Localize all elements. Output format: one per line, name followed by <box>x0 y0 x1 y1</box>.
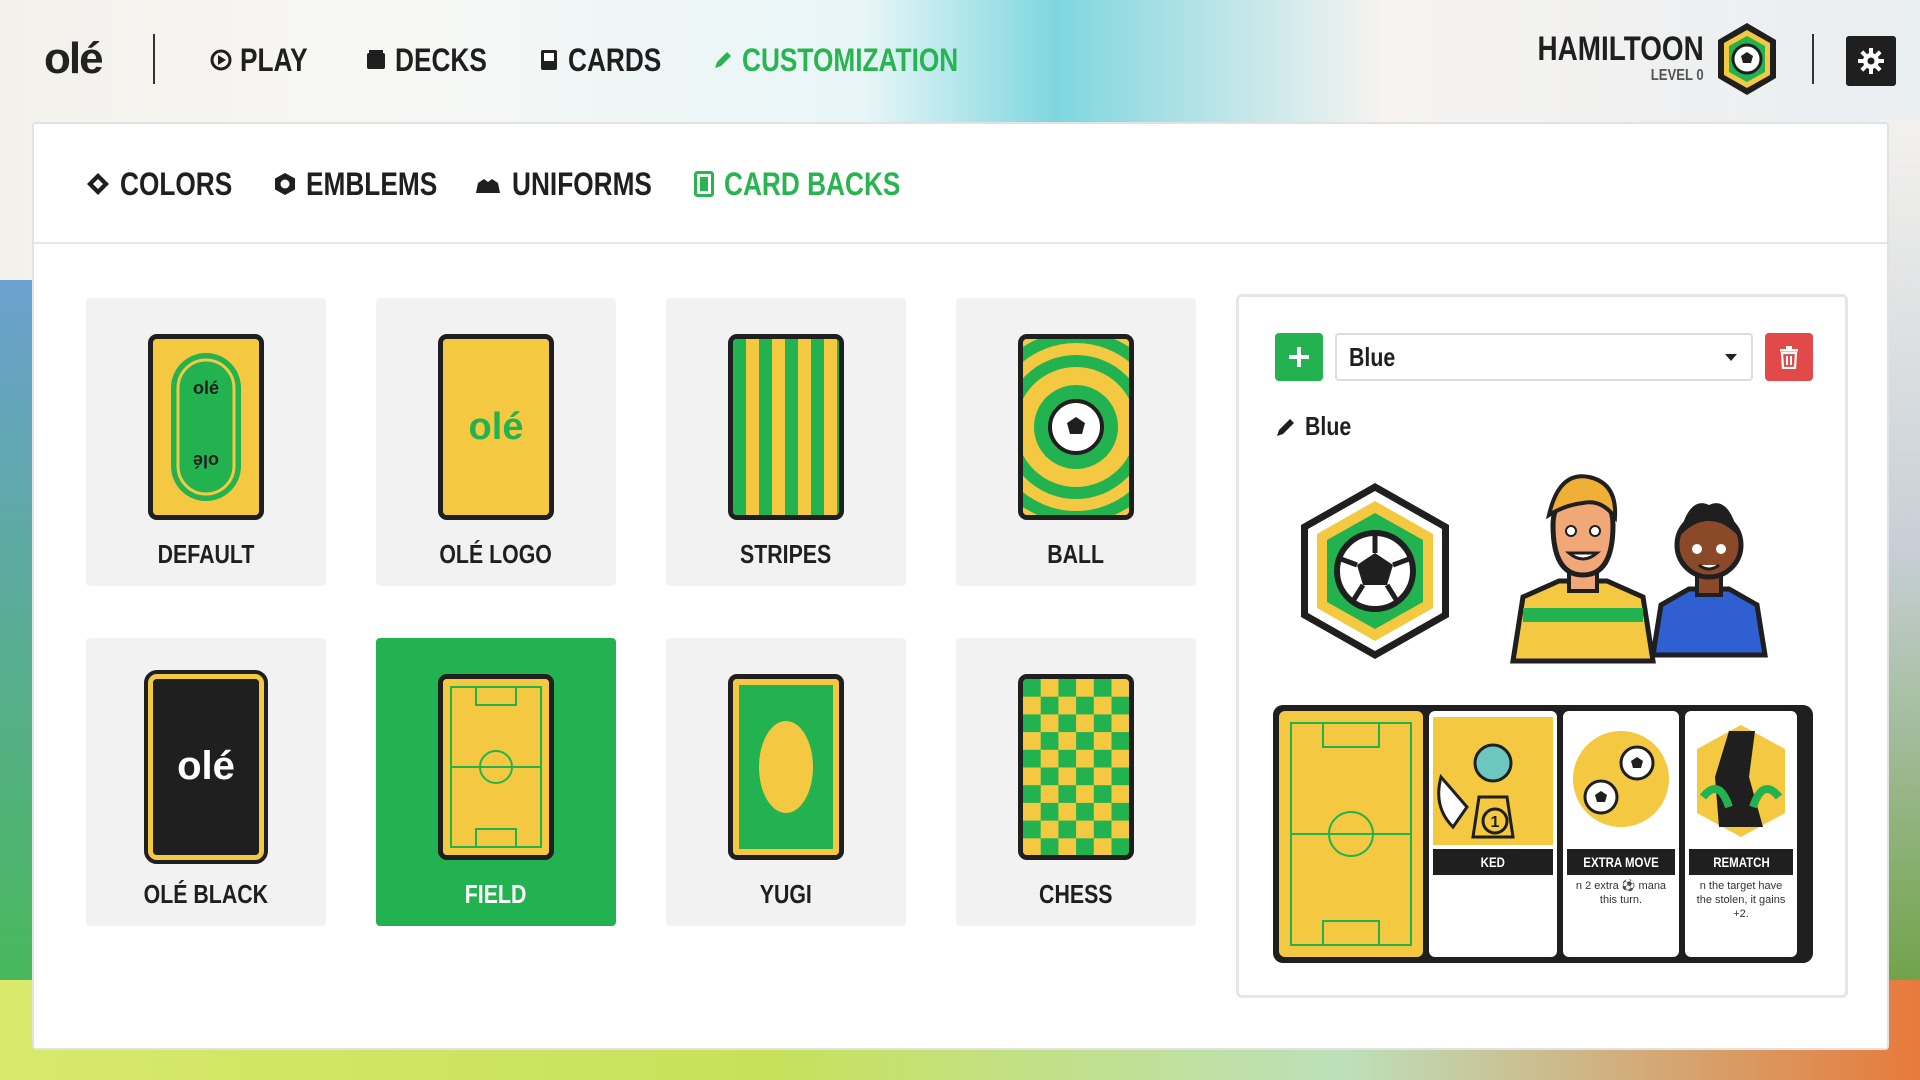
tab-card-backs[interactable]: CARD BACKS <box>694 162 939 206</box>
game-card-extra-move: EXTRA MOVE n 2 extra ⚽ mana this turn. <box>1563 711 1679 957</box>
ole-logo[interactable]: olé <box>44 34 104 84</box>
game-card-extra-move-title: EXTRA MOVE <box>1567 849 1675 875</box>
game-card-ked-title: KED <box>1433 849 1553 875</box>
game-card-ked-art: 1 <box>1433 717 1553 845</box>
tab-colors[interactable]: COLORS <box>86 162 257 206</box>
card-back-ole-logo-preview: olé <box>438 334 554 520</box>
card-back-field-label: FIELD <box>465 879 527 909</box>
team-uniform-players <box>1510 474 1768 664</box>
nav-play-label: PLAY <box>240 41 308 78</box>
card-back-stripes-preview <box>728 334 844 520</box>
card-back-stripes[interactable]: STRIPES <box>666 298 906 586</box>
tab-colors-label: COLORS <box>120 165 233 202</box>
user-level: LEVEL 0 <box>1651 67 1704 84</box>
card-back-field-preview <box>438 674 554 860</box>
team-emblem <box>1301 483 1449 659</box>
card-back-ole-black-label: OLÉ BLACK <box>143 879 269 909</box>
field-card-back-sample <box>1279 711 1423 957</box>
card-back-default[interactable]: olé olé DEFAULT <box>86 298 326 586</box>
tab-emblems-label: EMBLEMS <box>306 165 438 202</box>
nav-decks[interactable]: DECKS <box>365 38 507 82</box>
card-back-ball[interactable]: BALL <box>956 298 1196 586</box>
plus-icon <box>1289 347 1309 367</box>
chevron-down-icon <box>1725 354 1737 361</box>
play-icon <box>210 49 232 71</box>
diamond-icon <box>87 173 109 195</box>
preset-select-value: Blue <box>1349 341 1396 372</box>
card-back-yugi-label: YUGI <box>759 879 813 909</box>
game-card-extra-move-art <box>1567 717 1675 845</box>
nav-cards-label: CARDS <box>568 41 662 78</box>
game-card-ked: 1 KED <box>1429 711 1557 957</box>
preset-name-edit[interactable]: Blue <box>1275 411 1361 442</box>
card-back-ole-black[interactable]: olé OLÉ BLACK <box>86 638 326 926</box>
game-card-rematch-desc: n the target have the stolen, it gains +… <box>1696 880 1786 920</box>
card-back-preview-panel: Blue Blue 1 KED EXTRA MOVE n 2 extra ⚽ m… <box>1236 294 1848 998</box>
pencil-icon <box>1277 418 1294 436</box>
svg-text:olé: olé <box>177 744 235 788</box>
svg-text:olé: olé <box>193 451 219 471</box>
game-card-rematch-art <box>1689 717 1793 845</box>
tab-card-backs-label: CARD BACKS <box>724 165 901 202</box>
nav-customization[interactable]: CUSTOMIZATION <box>712 38 1006 82</box>
nav-play[interactable]: PLAY <box>210 38 322 82</box>
decks-icon <box>367 50 385 69</box>
user-profile[interactable]: HAMILTOON LEVEL 0 <box>1501 30 1704 85</box>
nav-divider-right <box>1812 34 1814 84</box>
card-back-default-preview: olé olé <box>148 334 264 520</box>
card-icon <box>541 50 557 70</box>
delete-preset-button[interactable] <box>1765 333 1813 381</box>
game-card-extra-move-desc: n 2 extra ⚽ mana this turn. <box>1575 880 1667 906</box>
card-back-ole-logo-label: OLÉ LOGO <box>439 539 553 569</box>
settings-button[interactable] <box>1846 36 1896 86</box>
game-card-rematch: REMATCH n the target have the stolen, it… <box>1685 711 1797 957</box>
tab-emblems[interactable]: EMBLEMS <box>274 162 466 206</box>
svg-text:olé: olé <box>193 378 219 398</box>
card-back-field[interactable]: FIELD <box>376 638 616 926</box>
card-back-stripes-label: STRIPES <box>740 539 832 569</box>
svg-text:1: 1 <box>1491 814 1500 831</box>
pencil-icon <box>715 52 731 68</box>
gear-icon <box>1858 48 1884 74</box>
customization-panel: COLORS EMBLEMS UNIFORMS CARD BACKS olé o… <box>32 122 1889 1050</box>
soccer-ball-hex-icon[interactable] <box>1714 20 1780 98</box>
username: HAMILTOON <box>1537 30 1704 68</box>
tab-uniforms-label: UNIFORMS <box>512 165 652 202</box>
shirt-icon <box>476 179 500 193</box>
preset-select[interactable]: Blue <box>1335 333 1753 381</box>
card-back-chess-preview <box>1018 674 1134 860</box>
card-back-chess[interactable]: CHESS <box>956 638 1196 926</box>
customization-tabs: COLORS EMBLEMS UNIFORMS CARD BACKS <box>34 124 1887 244</box>
card-back-icon <box>694 171 714 197</box>
nav-divider <box>153 34 155 84</box>
card-preview-strip: 1 KED EXTRA MOVE n 2 extra ⚽ mana this t… <box>1273 705 1813 963</box>
card-back-yugi[interactable]: YUGI <box>666 638 906 926</box>
trash-icon <box>1780 346 1798 369</box>
nav-customization-label: CUSTOMIZATION <box>742 41 959 78</box>
preset-name-label: Blue <box>1305 411 1352 441</box>
card-back-chess-label: CHESS <box>1039 879 1113 909</box>
card-back-ball-preview <box>1018 334 1134 520</box>
top-navigation: olé PLAY DECKS CARDS CUSTOMIZATION HAMIL… <box>0 0 1920 120</box>
card-back-yugi-preview <box>728 674 844 860</box>
nav-cards[interactable]: CARDS <box>538 38 682 82</box>
game-card-rematch-title: REMATCH <box>1689 849 1793 875</box>
hexagon-icon <box>275 173 295 195</box>
nav-decks-label: DECKS <box>395 41 487 78</box>
tab-uniforms[interactable]: UNIFORMS <box>474 162 683 206</box>
add-preset-button[interactable] <box>1275 333 1323 381</box>
card-back-ole-black-preview: olé <box>144 670 268 864</box>
card-back-ball-label: BALL <box>1047 539 1105 569</box>
card-back-default-label: DEFAULT <box>157 539 255 569</box>
svg-text:olé: olé <box>469 406 524 448</box>
card-back-ole-logo[interactable]: olé OLÉ LOGO <box>376 298 616 586</box>
